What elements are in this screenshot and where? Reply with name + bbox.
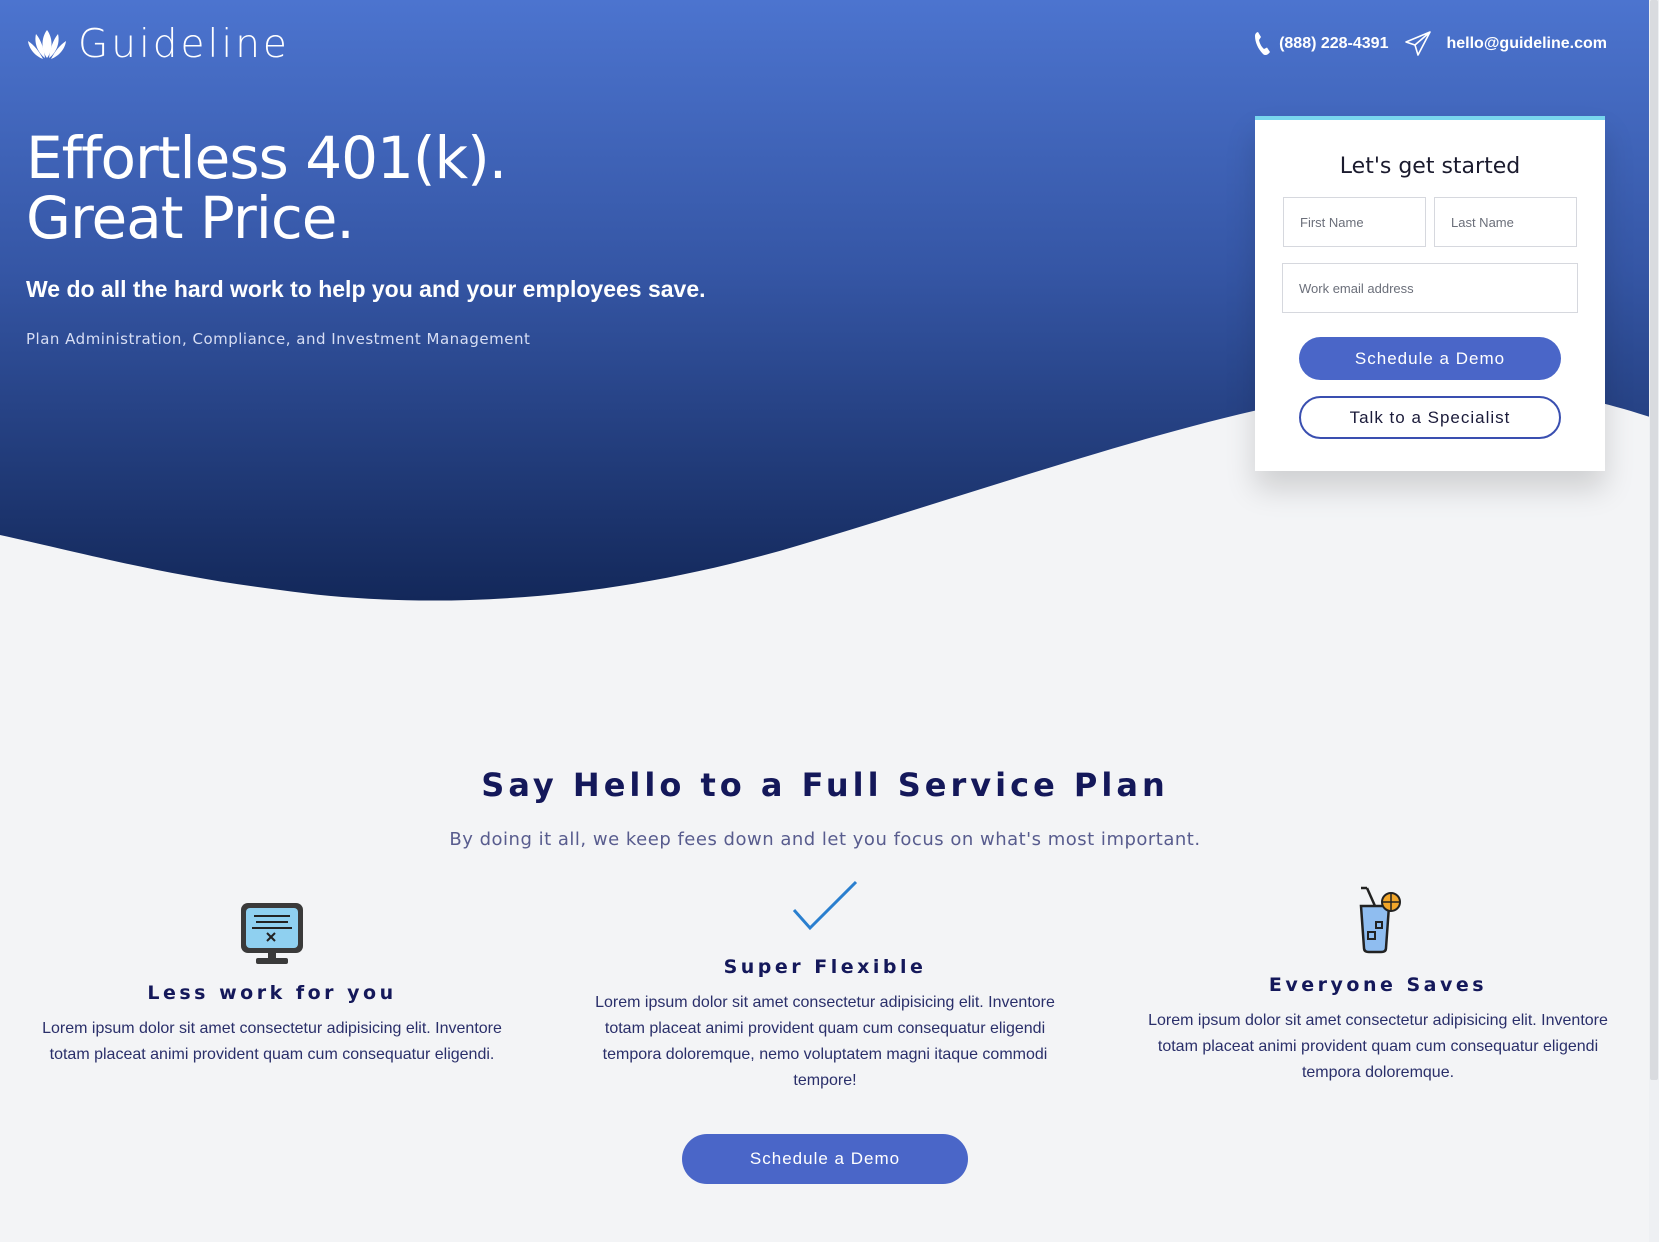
phone-number-link[interactable]: (888) 228-4391	[1279, 35, 1388, 53]
schedule-demo-cta-button[interactable]: Schedule a Demo	[682, 1134, 968, 1184]
talk-to-specialist-button[interactable]: Talk to a Specialist	[1299, 396, 1561, 439]
drink-glass-icon	[1359, 886, 1401, 954]
paper-plane-icon	[1405, 31, 1432, 56]
brand-name: Guideline	[78, 22, 290, 67]
feature-text: Lorem ipsum dolor sit amet consectetur a…	[42, 1020, 502, 1063]
form-title: Let's get started	[1339, 154, 1521, 179]
hero-caption: Plan Administration, Compliance, and Inv…	[26, 330, 531, 348]
last-name-input[interactable]	[1434, 197, 1577, 247]
page-scrollbar[interactable]	[1649, 0, 1659, 1242]
feature-title: Less work for you	[147, 982, 397, 1004]
feature-less-work: Less work for you Lorem ipsum dolor sit …	[37, 900, 507, 1068]
hero-title-line1: Effortless 401(k).	[26, 124, 507, 192]
contact-bar: (888) 228-4391 hello@guideline.com	[1253, 30, 1607, 58]
first-name-input[interactable]	[1283, 197, 1426, 247]
feature-text: Lorem ipsum dolor sit amet consectetur a…	[1148, 1012, 1608, 1081]
hero-title: Effortless 401(k). Great Price.	[26, 124, 507, 252]
section-title: Say Hello to a Full Service Plan	[481, 766, 1169, 804]
scrollbar-thumb[interactable]	[1650, 0, 1658, 1080]
name-fields-row	[1283, 197, 1577, 247]
checkmark-icon	[792, 880, 858, 931]
work-email-input[interactable]	[1282, 263, 1578, 313]
feature-text: Lorem ipsum dolor sit amet consectetur a…	[595, 994, 1055, 1089]
brand-logo[interactable]: Guideline	[26, 22, 290, 67]
hero-subtitle: We do all the hard work to help you and …	[26, 276, 706, 302]
phone-icon	[1255, 32, 1271, 56]
email-link[interactable]: hello@guideline.com	[1446, 35, 1607, 53]
feature-everyone-saves: Everyone Saves Lorem ipsum dolor sit ame…	[1143, 886, 1613, 1086]
schedule-demo-button[interactable]: Schedule a Demo	[1299, 337, 1561, 380]
lotus-logo-icon	[28, 29, 66, 59]
computer-monitor-icon	[241, 903, 303, 964]
feature-title: Super Flexible	[723, 956, 927, 978]
feature-super-flexible: Super Flexible Lorem ipsum dolor sit ame…	[590, 878, 1060, 1094]
signup-form-card: Let's get started Schedule a Demo Talk t…	[1255, 116, 1605, 471]
feature-title: Everyone Saves	[1268, 974, 1488, 996]
section-subtitle: By doing it all, we keep fees down and l…	[449, 829, 1201, 850]
hero-title-line2: Great Price.	[26, 184, 355, 252]
